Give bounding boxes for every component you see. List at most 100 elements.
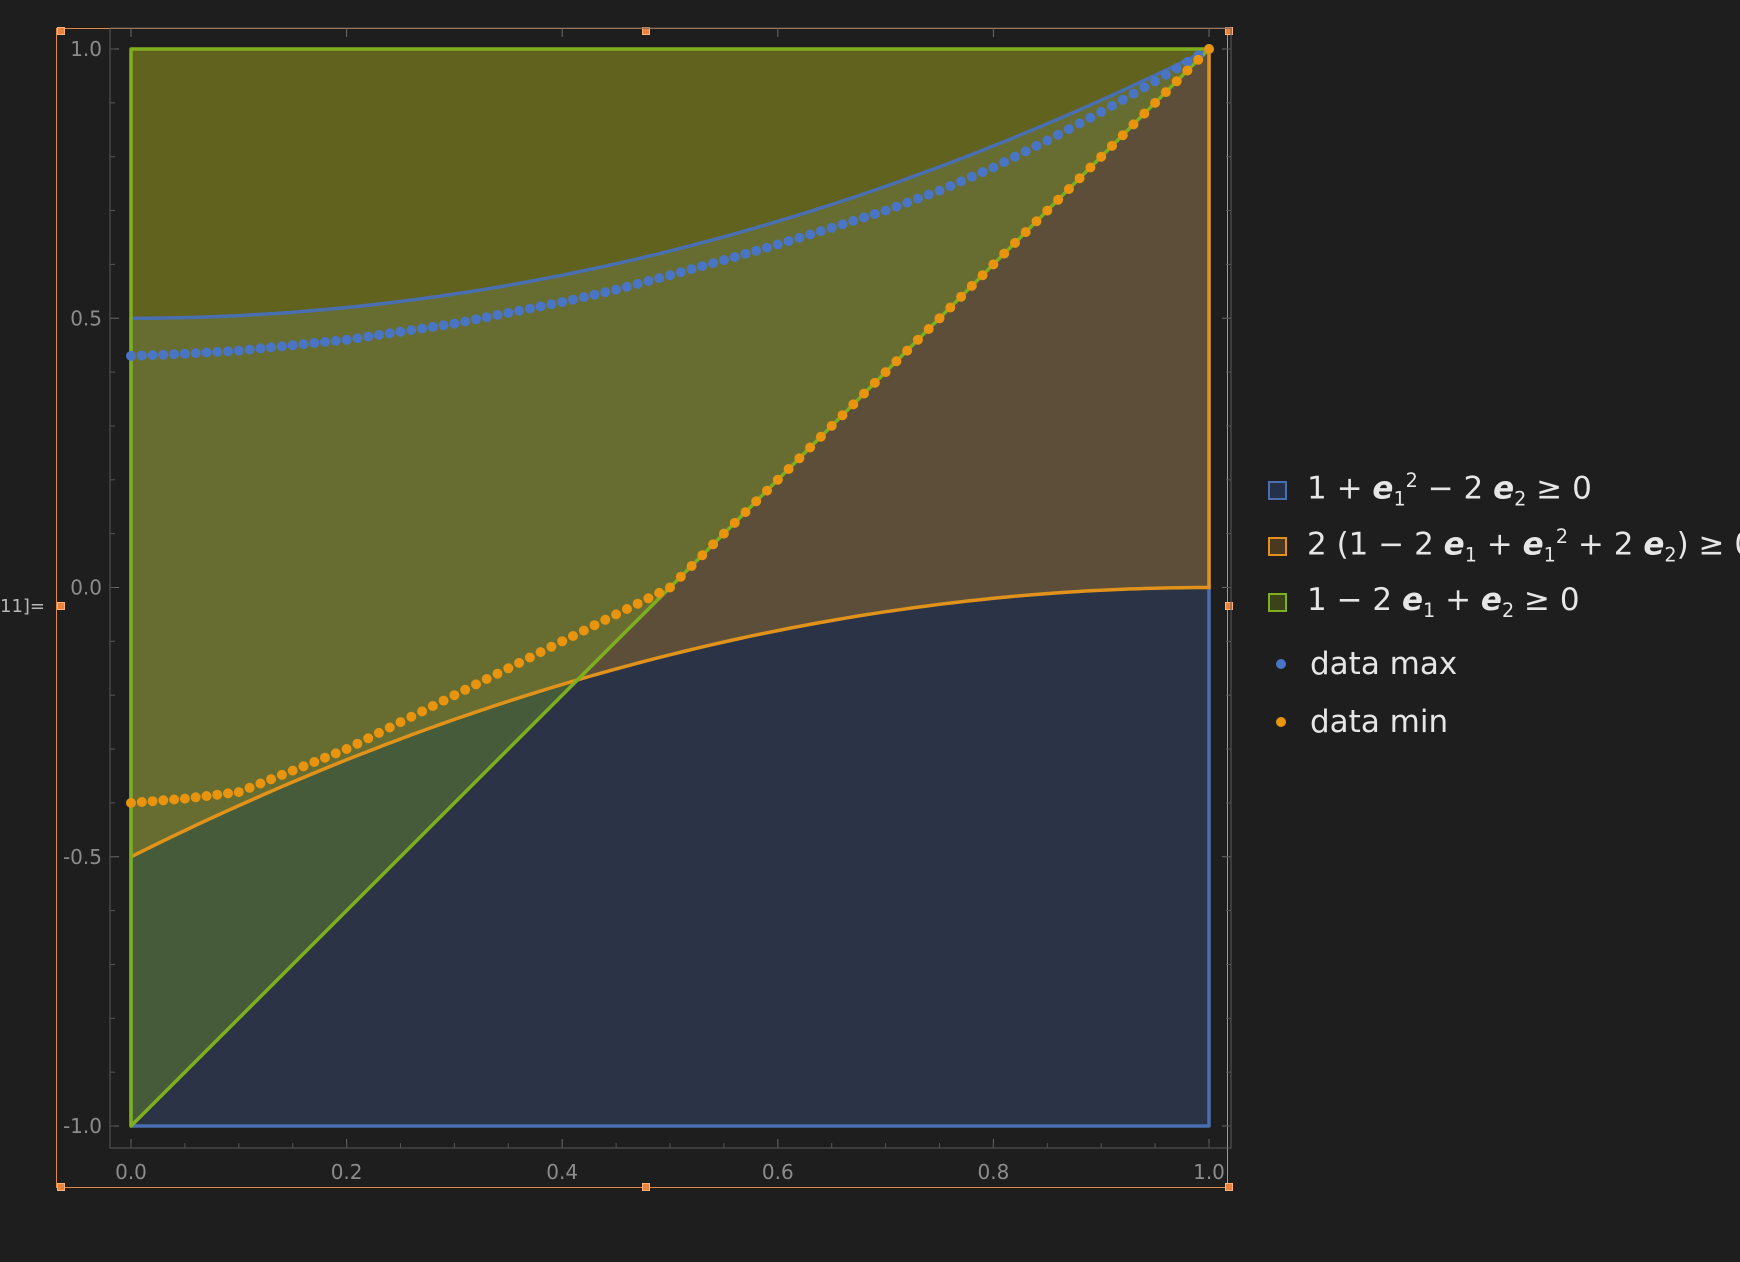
data-max-point: [1053, 129, 1064, 140]
data-max-point: [740, 248, 751, 259]
y-tick-label: 0.5: [70, 306, 102, 330]
data-max-point: [190, 348, 201, 359]
data-min-point: [632, 598, 643, 609]
data-max-point: [1063, 124, 1074, 135]
data-min-point: [363, 733, 374, 744]
data-max-point: [826, 222, 837, 233]
data-min-point: [503, 663, 514, 674]
data-max-point: [1171, 63, 1182, 74]
data-max-point: [514, 305, 525, 316]
data-max-point: [1117, 94, 1128, 105]
data-min-point: [1182, 65, 1193, 76]
data-min-point: [255, 778, 266, 789]
data-max-point: [1042, 135, 1053, 146]
data-min-point: [794, 453, 805, 464]
data-max-point: [427, 321, 438, 332]
data-max-point: [395, 326, 406, 337]
data-max-point: [233, 345, 244, 356]
data-max-point: [794, 232, 805, 243]
data-max-point: [1074, 118, 1085, 129]
data-max-point: [298, 339, 309, 350]
data-max-point: [945, 181, 956, 191]
data-max-point: [352, 333, 363, 344]
data-min-point: [1204, 44, 1214, 54]
data-max-point: [330, 335, 341, 346]
legend-swatch-blue: [1268, 480, 1287, 500]
data-min-point: [481, 674, 492, 684]
data-min-point: [859, 388, 869, 399]
data-max-point: [1085, 112, 1096, 123]
data-max-point: [1139, 82, 1150, 93]
data-min-point: [384, 722, 395, 733]
data-min-point: [837, 410, 848, 421]
data-min-point: [406, 711, 417, 722]
data-max-point: [1020, 146, 1031, 157]
legend-item-data-min: data min: [1268, 702, 1740, 742]
data-max-point: [255, 343, 266, 354]
data-max-point: [179, 348, 190, 359]
data-min-point: [589, 620, 600, 631]
data-max-point: [266, 342, 277, 353]
data-min-point: [524, 652, 535, 663]
data-max-point: [708, 258, 719, 269]
data-min-point: [535, 647, 546, 658]
data-min-point: [341, 744, 352, 754]
data-max-point: [449, 318, 460, 329]
data-max-point: [363, 331, 374, 342]
x-tick-label: 0.8: [977, 1160, 1009, 1184]
data-max-point: [988, 162, 999, 173]
data-min-point: [611, 609, 622, 620]
data-min-point: [1107, 140, 1117, 151]
data-max-point: [848, 215, 859, 226]
data-max-point: [126, 350, 136, 361]
data-max-point: [1107, 100, 1117, 111]
data-min-point: [212, 789, 223, 800]
data-max-point: [880, 205, 891, 216]
data-min-point: [923, 324, 934, 334]
data-min-point: [276, 769, 287, 780]
data-min-point: [1031, 216, 1042, 227]
data-min-point: [1096, 151, 1107, 162]
data-min-point: [233, 787, 244, 798]
data-min-point: [966, 280, 977, 291]
data-max-point: [621, 281, 632, 292]
data-max-point: [406, 325, 417, 336]
data-max-point: [417, 323, 428, 334]
legend-label-region-2: 2 (1 − 2 e1 + e12 + 2 e2) ≥ 0: [1307, 525, 1740, 567]
data-min-point: [1010, 237, 1020, 248]
data-min-point: [471, 679, 481, 690]
data-max-point: [492, 310, 503, 320]
data-min-point: [244, 782, 255, 793]
data-max-point: [1031, 140, 1042, 151]
data-min-point: [600, 614, 611, 625]
data-max-point: [1128, 88, 1139, 99]
y-tick-label: -1.0: [63, 1114, 102, 1138]
data-max-point: [762, 242, 772, 253]
data-max-point: [169, 349, 180, 360]
data-min-point: [546, 641, 557, 652]
data-min-point: [686, 561, 697, 571]
data-min-point: [621, 604, 632, 614]
data-max-point: [201, 347, 212, 358]
data-max-point: [223, 346, 233, 357]
data-min-point: [330, 748, 341, 759]
legend-label-region-3: 1 − 2 e1 + e2 ≥ 0: [1307, 581, 1580, 623]
data-min-point: [826, 420, 837, 431]
data-min-point: [783, 464, 794, 474]
data-min-point: [427, 701, 438, 711]
data-min-point: [223, 788, 233, 799]
data-max-point: [158, 349, 169, 360]
data-min-point: [1117, 130, 1128, 141]
data-min-point: [708, 539, 719, 550]
data-min-point: [147, 796, 158, 807]
data-min-point: [718, 528, 729, 539]
data-max-point: [902, 197, 913, 208]
data-min-point: [438, 695, 449, 706]
data-max-point: [966, 171, 977, 182]
data-min-point: [201, 791, 212, 801]
data-max-point: [320, 336, 330, 347]
data-max-point: [805, 229, 816, 240]
data-min-point: [136, 797, 147, 807]
data-max-point: [1160, 69, 1171, 80]
data-min-point: [190, 792, 201, 803]
